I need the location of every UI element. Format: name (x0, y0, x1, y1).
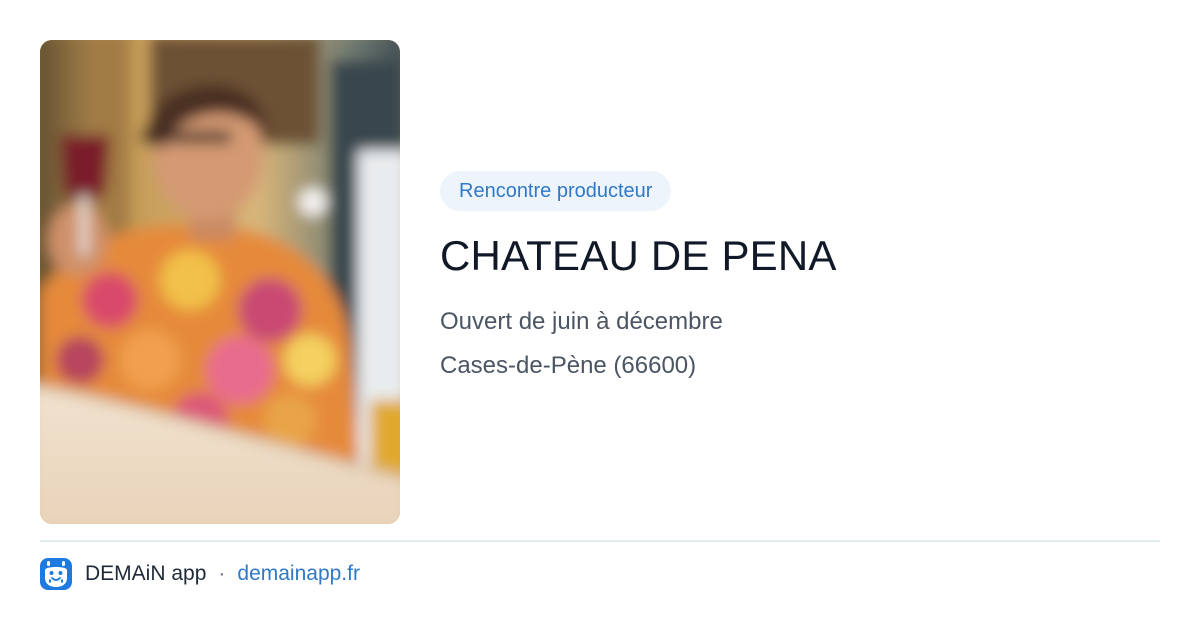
footer-divider (40, 540, 1160, 542)
category-tag: Rencontre producteur (440, 171, 672, 211)
footer-separator: · (218, 562, 226, 585)
footer: DEMAiN app · demainapp.fr (40, 558, 360, 590)
app-name: DEMAiN app (85, 562, 207, 585)
producer-photo (40, 40, 400, 524)
site-link[interactable]: demainapp.fr (237, 562, 360, 586)
location: Cases-de-Pène (66600) (440, 352, 697, 379)
producer-details: Rencontre producteur CHATEAU DE PENA Ouv… (440, 171, 1160, 381)
opening-period: Ouvert de juin à décembre (440, 308, 723, 335)
producer-title: CHATEAU DE PENA (440, 232, 837, 279)
app-logo-icon (40, 558, 72, 590)
